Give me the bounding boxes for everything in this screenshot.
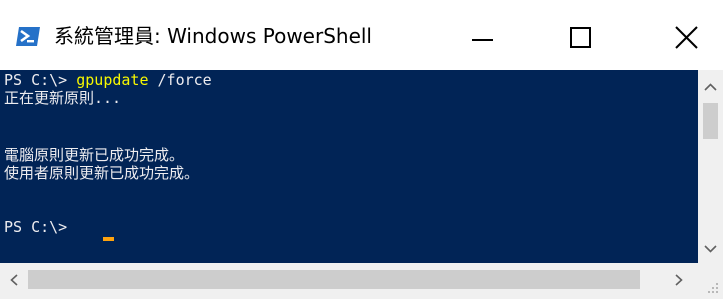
vertical-scrollbar-thumb[interactable] [703, 103, 718, 139]
console-line-command: PS C:\> gpupdate /force [4, 71, 212, 89]
maximize-icon [570, 27, 591, 48]
minimize-icon [472, 39, 493, 41]
powershell-window: 系統管理員: Windows PowerShell PS C:\> gpupda… [0, 0, 723, 299]
console-line-prompt: PS C:\> [4, 218, 76, 236]
close-button[interactable] [629, 0, 723, 70]
horizontal-scrollbar[interactable] [0, 263, 698, 299]
horizontal-scrollbar-thumb[interactable] [28, 270, 640, 289]
prompt-text: PS C:\> [4, 218, 77, 236]
chevron-up-icon[interactable] [698, 75, 723, 100]
window-title: 系統管理員: Windows PowerShell [54, 24, 372, 48]
chevron-left-icon[interactable] [3, 268, 25, 292]
console-line: 使用者原則更新已成功完成。 [4, 164, 200, 182]
text-cursor [103, 237, 114, 241]
maximize-button[interactable] [534, 0, 628, 70]
vertical-scrollbar[interactable] [698, 70, 723, 263]
powershell-icon [16, 27, 40, 46]
console-line: 正在更新原則... [4, 89, 122, 107]
resize-grip-icon [708, 283, 718, 293]
minimize-button[interactable] [438, 0, 532, 70]
resize-grip[interactable] [698, 263, 723, 299]
chevron-right-icon[interactable] [668, 268, 690, 292]
title-bar[interactable]: 系統管理員: Windows PowerShell [0, 0, 723, 70]
command-argument: /force [148, 71, 212, 89]
console-line: 電腦原則更新已成功完成。 [4, 146, 185, 164]
command-text: gpupdate [76, 71, 149, 89]
close-icon [675, 26, 698, 49]
chevron-down-icon[interactable] [698, 236, 723, 261]
console-output[interactable]: PS C:\> gpupdate /force 正在更新原則... 電腦原則更新… [0, 70, 698, 263]
prompt-text: PS C:\> [4, 71, 77, 89]
